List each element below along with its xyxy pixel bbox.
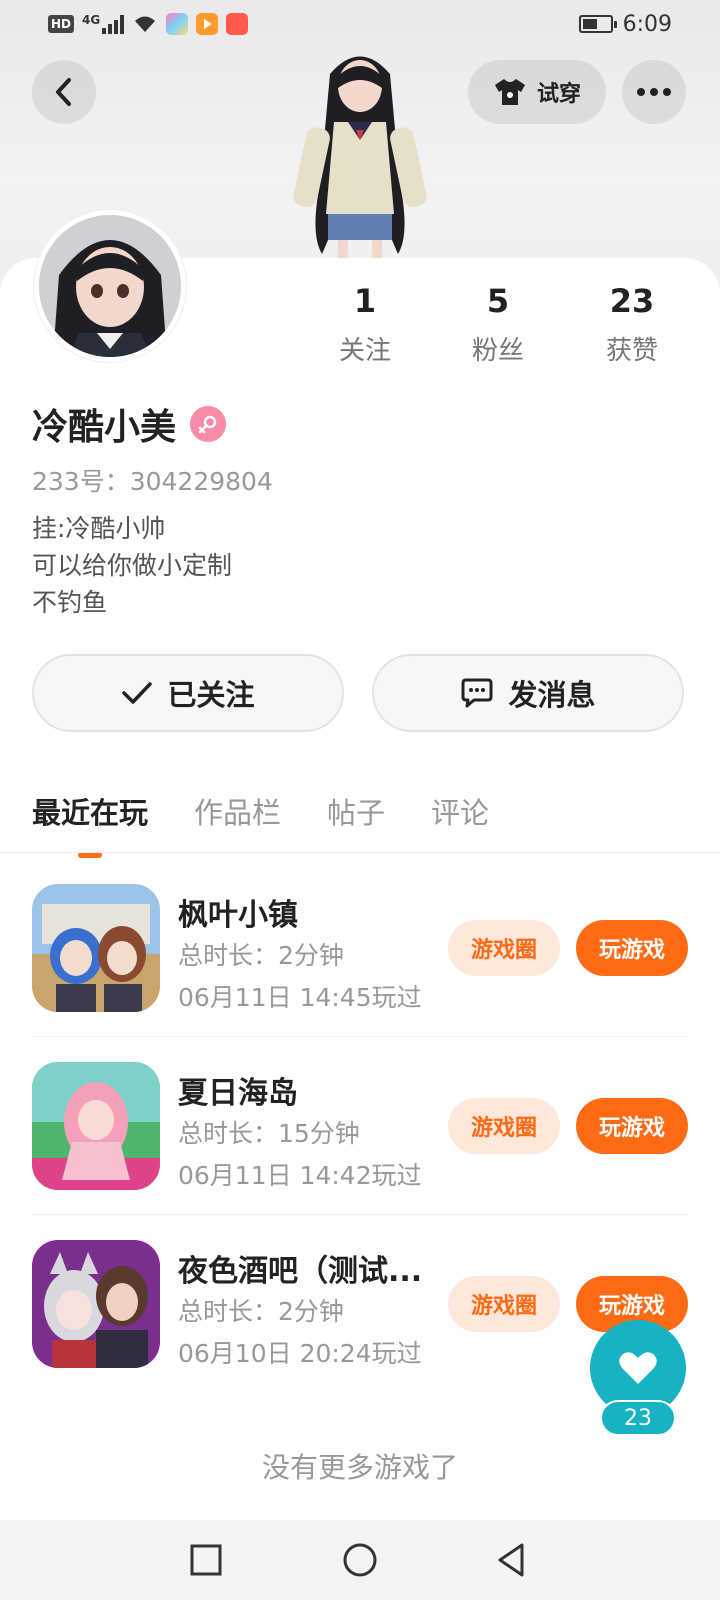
no-more-text: 没有更多游戏了	[261, 1451, 458, 1484]
game-last-played: 06月11日 14:45玩过	[178, 983, 422, 1012]
stat-value: 23	[609, 282, 655, 320]
name-row: 冷酷小美	[32, 398, 227, 450]
game-item[interactable]: 枫叶小镇 总时长：2分钟 06月11日 14:45玩过 游戏圈 玩游戏	[32, 884, 688, 1014]
heart-icon	[619, 1352, 657, 1384]
profile-tabs: 最近在玩 作品栏 帖子 评论	[32, 790, 489, 858]
game-title: 枫叶小镇	[178, 898, 298, 933]
clock: 6:09	[622, 11, 672, 37]
profile-name: 冷酷小美	[32, 407, 177, 448]
back-icon[interactable]	[492, 1540, 532, 1580]
hd-icon: HD	[48, 15, 75, 33]
game-circle-button[interactable]: 游戏圈	[448, 1098, 560, 1154]
tshirt-icon	[494, 79, 525, 105]
stat-followers[interactable]: 5 粉丝	[438, 282, 558, 367]
tab-recent[interactable]: 最近在玩	[32, 790, 148, 858]
message-label: 发消息	[508, 678, 596, 712]
game-icon	[32, 1240, 160, 1368]
bio-line: 不钓鱼	[32, 588, 108, 617]
play-game-button[interactable]: 玩游戏	[576, 1098, 688, 1154]
character-model	[293, 56, 427, 262]
recent-apps-icon[interactable]	[186, 1540, 226, 1580]
stat-label: 关注	[338, 336, 391, 366]
stat-following[interactable]: 1 关注	[305, 282, 425, 367]
game-duration: 总时长：15分钟	[178, 1119, 360, 1148]
avatar-image	[39, 215, 181, 357]
signal-icon	[102, 14, 125, 34]
more-button[interactable]	[622, 60, 686, 124]
game-last-played: 06月11日 14:42玩过	[178, 1161, 422, 1190]
game-icon	[32, 884, 160, 1012]
app-icon-3	[226, 13, 249, 35]
network-label: 4G	[82, 13, 101, 27]
try-on-label: 试穿	[536, 82, 581, 107]
game-title: 夏日海岛	[178, 1076, 298, 1111]
game-last-played: 06月10日 20:24玩过	[178, 1339, 422, 1368]
divider	[0, 852, 720, 853]
game-item[interactable]: 夏日海岛 总时长：15分钟 06月11日 14:42玩过 游戏圈 玩游戏	[32, 1062, 688, 1192]
game-title: 夜色酒吧（测试...	[178, 1254, 423, 1289]
bio-line: 可以给你做小定制	[32, 551, 233, 580]
status-bar: HD 4G 6:09	[0, 0, 720, 48]
app-icon-1	[166, 13, 189, 35]
game-item[interactable]: 夜色酒吧（测试... 总时长：2分钟 06月10日 20:24玩过 游戏圈 玩游…	[32, 1240, 688, 1370]
stat-likes[interactable]: 23 获赞	[572, 282, 692, 367]
system-nav-bar	[0, 1520, 720, 1600]
stat-label: 获赞	[605, 336, 658, 366]
home-icon[interactable]	[340, 1540, 380, 1580]
chat-bubble-icon	[461, 678, 493, 708]
divider	[32, 1214, 688, 1215]
check-icon	[122, 682, 153, 704]
game-circle-button[interactable]: 游戏圈	[448, 920, 560, 976]
bio: 挂:冷酷小帅 可以给你做小定制 不钓鱼	[32, 510, 232, 621]
game-icon	[32, 1062, 160, 1190]
following-label: 已关注	[167, 678, 255, 712]
chevron-left-icon	[56, 78, 71, 106]
stat-label: 粉丝	[471, 336, 524, 366]
tab-comments[interactable]: 评论	[431, 790, 489, 832]
stat-value: 5	[486, 282, 510, 320]
back-button[interactable]	[32, 60, 96, 124]
tab-posts[interactable]: 帖子	[327, 790, 385, 832]
try-on-button[interactable]: 试穿	[468, 60, 606, 124]
game-duration: 总时长：2分钟	[178, 941, 344, 970]
battery-icon	[578, 15, 617, 33]
wifi-icon	[135, 16, 156, 32]
game-circle-button[interactable]: 游戏圈	[448, 1276, 560, 1332]
message-button[interactable]: 发消息	[372, 654, 684, 732]
avatar[interactable]	[34, 210, 186, 362]
app-icon-2	[196, 13, 219, 35]
stat-value: 1	[353, 282, 377, 320]
game-duration: 总时长：2分钟	[178, 1297, 344, 1326]
female-icon	[190, 406, 227, 442]
divider	[32, 1036, 688, 1037]
more-dots-icon	[637, 88, 671, 96]
user-id: 233号：304229804	[32, 467, 273, 496]
following-button[interactable]: 已关注	[32, 654, 344, 732]
like-count-badge: 23	[600, 1400, 676, 1436]
tab-works[interactable]: 作品栏	[194, 790, 281, 832]
bio-line: 挂:冷酷小帅	[32, 514, 166, 543]
play-game-button[interactable]: 玩游戏	[576, 920, 688, 976]
